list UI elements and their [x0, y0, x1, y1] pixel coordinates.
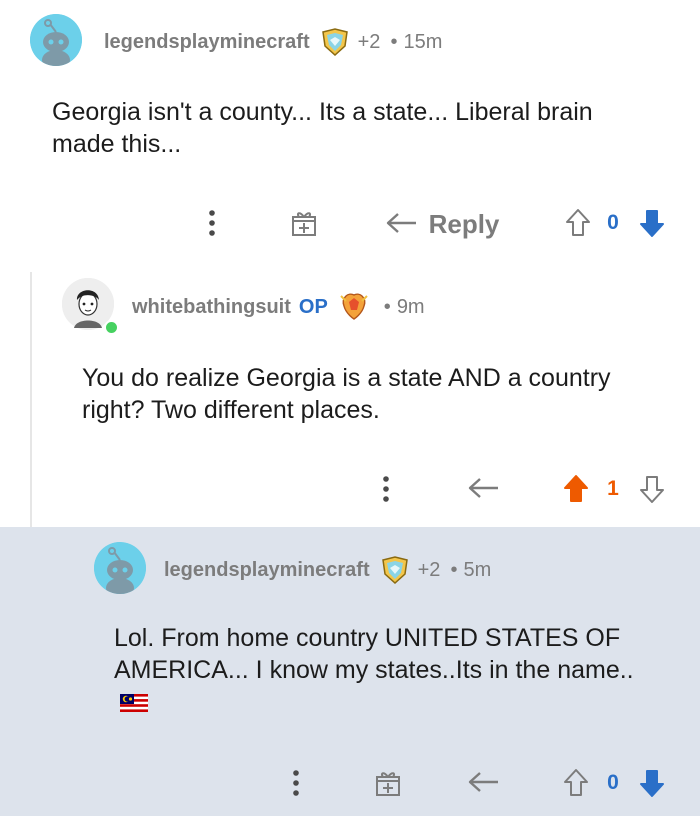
malaysia-flag-icon	[120, 694, 148, 712]
award-button[interactable]	[370, 766, 406, 800]
upvote-button[interactable]	[560, 766, 592, 800]
separator-dot: •	[450, 558, 458, 581]
downvote-arrow-icon	[640, 476, 664, 503]
reply-button[interactable]	[466, 472, 502, 506]
avatar[interactable]	[30, 14, 82, 66]
vote-count: 0	[602, 768, 624, 798]
thread-line	[30, 272, 32, 527]
separator-dot: •	[390, 30, 398, 53]
op-badge: OP	[298, 295, 328, 318]
snoo-avatar-icon	[94, 542, 146, 594]
comment-body: You do realize Georgia is a state AND a …	[82, 364, 611, 424]
comment-body-wrapper: Lol. From home country UNITED STATES OF …	[114, 622, 654, 718]
username[interactable]: legendsplayminecraft	[104, 31, 310, 54]
upvote-arrow-icon	[564, 475, 588, 502]
reply-arrow-icon	[468, 478, 498, 498]
upvote-button[interactable]	[562, 206, 594, 240]
more-options-button[interactable]	[372, 472, 400, 506]
more-vertical-icon	[383, 476, 389, 502]
vote-count-value: 0	[607, 211, 619, 234]
reply-arrow-icon	[468, 772, 498, 792]
more-options-button[interactable]	[198, 206, 226, 240]
upvote-arrow-icon	[566, 209, 590, 236]
comment-body: Georgia isn't a county... Its a state...…	[52, 98, 593, 158]
vote-count-value: 1	[607, 477, 619, 500]
award-count: +2	[357, 30, 381, 53]
reply-button[interactable]	[466, 766, 502, 800]
more-vertical-icon	[209, 210, 215, 236]
comment-body: Lol. From home country UNITED STATES OF …	[114, 624, 634, 684]
separator-dot: •	[383, 295, 391, 318]
timestamp: 5m	[463, 558, 492, 581]
more-vertical-icon	[293, 770, 299, 796]
gift-icon	[292, 212, 316, 236]
gift-icon	[376, 772, 400, 796]
award-badge-icon	[320, 28, 350, 56]
upvote-arrow-icon	[564, 769, 588, 796]
vote-count: 1	[602, 474, 624, 504]
username[interactable]: whitebathingsuit	[132, 296, 291, 319]
reply-arrow-icon	[386, 213, 416, 233]
downvote-button[interactable]	[636, 206, 668, 240]
timestamp: 15m	[403, 30, 443, 53]
reply-button[interactable]: Reply	[382, 206, 502, 242]
upvote-button[interactable]	[560, 472, 592, 506]
downvote-arrow-icon	[640, 210, 664, 237]
downvote-arrow-icon	[640, 770, 664, 797]
timestamp: 9m	[396, 295, 425, 318]
snoo-avatar-icon	[30, 14, 82, 66]
reply-label: Reply	[428, 208, 500, 239]
award-badge-icon	[380, 556, 410, 584]
online-indicator	[104, 320, 119, 335]
avatar[interactable]	[62, 278, 119, 335]
downvote-button[interactable]	[636, 766, 668, 800]
username[interactable]: legendsplayminecraft	[164, 559, 370, 582]
vote-count: 0	[602, 208, 624, 238]
award-button[interactable]	[286, 206, 322, 240]
award-badge-icon	[338, 292, 370, 322]
more-options-button[interactable]	[282, 766, 310, 800]
avatar[interactable]	[94, 542, 146, 594]
vote-count-value: 0	[607, 771, 619, 794]
downvote-button[interactable]	[636, 472, 668, 506]
award-count: +2	[417, 558, 441, 581]
